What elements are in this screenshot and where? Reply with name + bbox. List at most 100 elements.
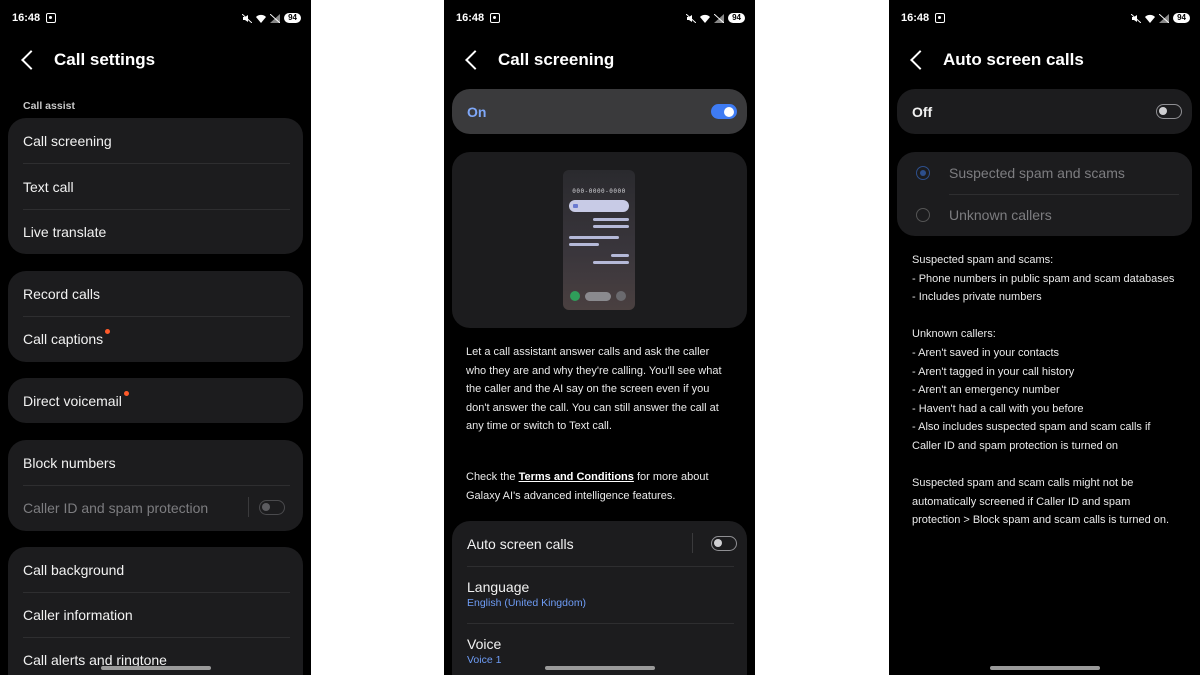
divider (467, 623, 734, 624)
master-label: Off (912, 89, 1178, 134)
unknown-radio[interactable] (916, 208, 930, 222)
screening-options-card: Suspected spam and scams Unknown callers (897, 152, 1192, 236)
battery-icon: 94 (1173, 13, 1190, 23)
info-line: - Aren't saved in your contacts (912, 346, 1060, 359)
call-screening-toggle[interactable] (711, 104, 737, 119)
home-indicator[interactable] (544, 666, 655, 670)
home-indicator[interactable] (989, 666, 1100, 670)
blocking-card: Block numbers Caller ID and spam protect… (8, 440, 303, 531)
terms-link[interactable]: Terms and Conditions (519, 471, 634, 483)
terms-text: Check the Terms and Conditions for more … (466, 468, 731, 505)
voice-value: Voice 1 (467, 654, 502, 666)
signal-icon (714, 13, 725, 23)
master-label: On (467, 89, 733, 134)
status-time: 16:48 (456, 12, 485, 24)
status-time: 16:48 (901, 12, 930, 24)
item-label: Off (912, 103, 933, 120)
illustration-card: 000-0000-0000 (452, 152, 747, 328)
info-line: Suspected spam and scams: (912, 254, 1054, 266)
block-numbers-item[interactable]: Block numbers (23, 440, 289, 485)
wifi-icon (256, 14, 267, 23)
auto-screen-calls-screen: 16:48 94 Auto screen calls Off Suspected… (889, 0, 1200, 675)
item-label: Text call (23, 178, 74, 195)
item-label: Block numbers (23, 454, 116, 471)
master-switch-card[interactable]: Off (897, 89, 1192, 134)
mute-icon (1131, 13, 1142, 23)
screenshot-icon (935, 13, 946, 23)
status-time: 16:48 (12, 12, 41, 24)
screenshot-icon (490, 13, 501, 23)
voice-item[interactable]: Voice Voice 1 (467, 636, 501, 666)
info-line: Unknown callers: (912, 328, 996, 341)
call-assist-card: Call screening Text call Live translate (8, 118, 303, 254)
divider (467, 566, 734, 567)
new-badge (105, 329, 111, 334)
caller-id-toggle[interactable] (259, 500, 285, 515)
voicemail-card: Direct voicemail (8, 378, 303, 423)
status-bar: 16:48 94 (901, 10, 1190, 26)
direct-voicemail-item[interactable]: Direct voicemail (23, 378, 289, 423)
separator (248, 497, 249, 517)
info-line: - Aren't tagged in your call history (912, 365, 1075, 378)
info-line: - Haven't had a call with you before (912, 402, 1084, 415)
language-value: English (United Kingdom) (467, 597, 587, 609)
call-display-card: Call background Caller information Call … (8, 547, 303, 675)
auto-screen-calls-item[interactable]: Auto screen calls (467, 521, 733, 566)
language-label: Language (467, 579, 530, 595)
home-indicator[interactable] (100, 666, 211, 670)
spam-option[interactable]: Suspected spam and scams (949, 152, 1178, 194)
new-badge (123, 391, 129, 396)
call-screening-item[interactable]: Call screening (23, 118, 289, 163)
info-paragraph: Suspected spam and scam calls might not … (912, 477, 1170, 527)
status-bar: 16:48 94 (12, 10, 301, 26)
live-translate-item[interactable]: Live translate (23, 209, 289, 254)
option-label: Unknown callers (949, 207, 1052, 223)
wifi-icon (1145, 14, 1156, 23)
recording-card: Record calls Call captions (8, 271, 303, 362)
description-text: Let a call assistant answer calls and as… (466, 346, 722, 433)
back-icon[interactable] (21, 50, 41, 70)
separator (692, 533, 693, 553)
item-label: Direct voicemail (23, 392, 122, 409)
caller-information-item[interactable]: Caller information (23, 592, 289, 637)
wifi-icon (700, 14, 711, 23)
caller-id-item[interactable]: Caller ID and spam protection (23, 485, 289, 530)
battery-icon: 94 (284, 13, 301, 23)
call-settings-screen: 16:48 94 Call settings Call assist Call … (0, 0, 311, 675)
auto-screen-toggle[interactable] (711, 536, 737, 551)
info-line: - Phone numbers in public spam and scam … (912, 272, 1175, 285)
spam-radio[interactable] (916, 166, 930, 180)
master-switch-card[interactable]: On (452, 89, 747, 134)
option-label: Suspected spam and scams (949, 165, 1125, 181)
call-screening-screen: 16:48 94 Call screening On 000-0000-0000… (444, 0, 755, 675)
mute-icon (686, 13, 697, 23)
page-title: Auto screen calls (943, 50, 1084, 69)
language-item[interactable]: Language English (United Kingdom) (467, 579, 586, 609)
options-card: Auto screen calls Language English (Unit… (452, 521, 747, 675)
info-line: - Also includes suspected spam and scam … (912, 421, 1151, 452)
record-calls-item[interactable]: Record calls (23, 271, 289, 316)
page-title: Call screening (498, 50, 615, 69)
item-label: Caller ID and spam protection (23, 499, 209, 516)
unknown-option[interactable]: Unknown callers (949, 194, 1178, 236)
item-label: Live translate (23, 223, 107, 240)
call-background-item[interactable]: Call background (23, 547, 289, 592)
battery-icon: 94 (728, 13, 745, 23)
call-captions-item[interactable]: Call captions (23, 316, 289, 361)
back-icon[interactable] (465, 50, 485, 70)
item-label: Record calls (23, 285, 101, 302)
section-label: Call assist (23, 100, 75, 112)
info-line: - Aren't an emergency number (912, 384, 1060, 397)
item-label: Auto screen calls (467, 535, 574, 552)
back-icon[interactable] (910, 50, 930, 70)
voice-label: Voice (467, 636, 502, 652)
auto-screen-toggle[interactable] (1156, 104, 1182, 119)
info-line: - Includes private numbers (912, 291, 1042, 304)
item-label: Caller information (23, 606, 133, 623)
text-call-item[interactable]: Text call (23, 164, 289, 209)
mute-icon (242, 13, 253, 23)
status-bar: 16:48 94 (456, 10, 745, 26)
info-text: Suspected spam and scams: - Phone number… (912, 251, 1180, 530)
item-label: Call screening (23, 132, 112, 149)
item-label: On (467, 103, 487, 120)
